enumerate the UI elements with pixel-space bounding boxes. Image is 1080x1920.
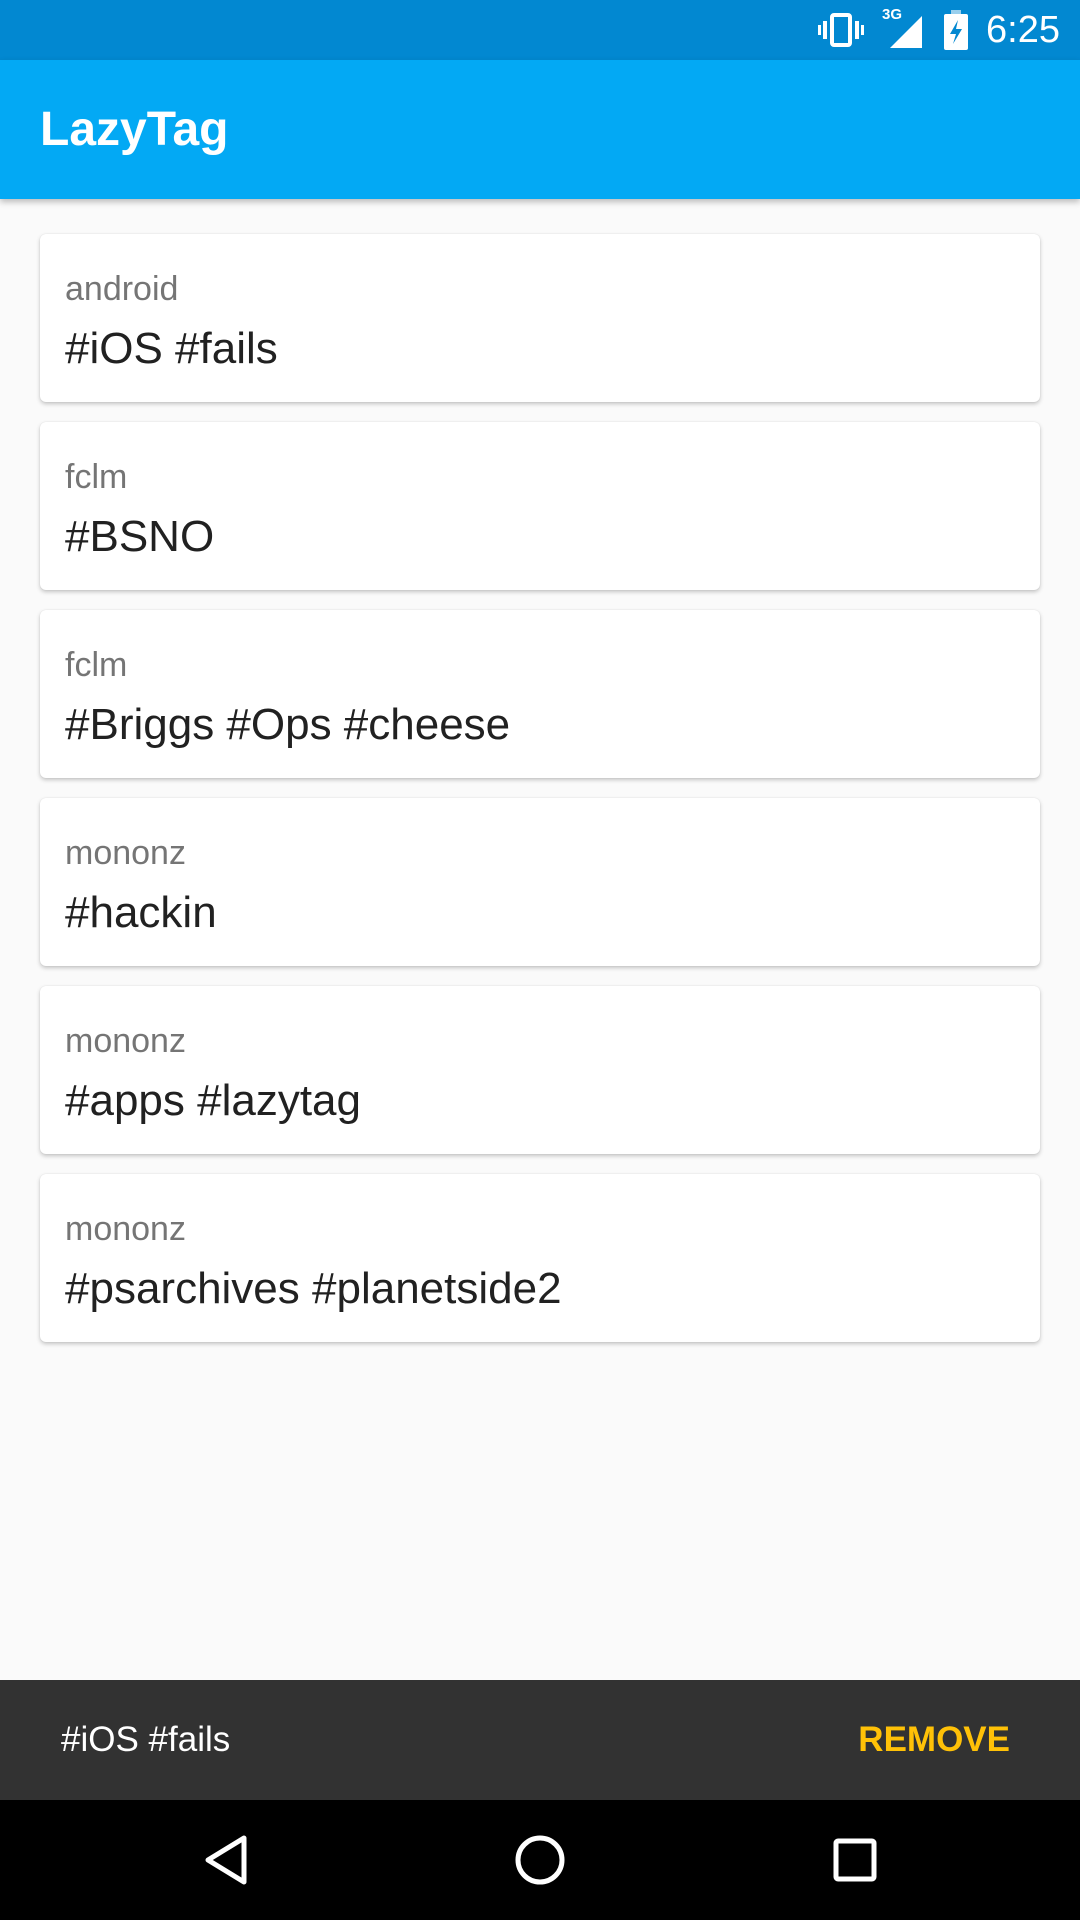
recents-square-icon (832, 1837, 878, 1883)
card-username: mononz (65, 1022, 186, 1060)
remove-button[interactable]: REMOVE (858, 1680, 1010, 1800)
status-bar: 3G 6:25 (0, 0, 1080, 60)
snackbar: #iOS #fails REMOVE (0, 1680, 1080, 1800)
card-tags: #BSNO (65, 512, 215, 561)
tag-card[interactable]: mononz #psarchives #planetside2 (40, 1174, 1040, 1342)
card-tags: #Briggs #Ops #cheese (65, 700, 511, 749)
tag-card[interactable]: mononz #apps #lazytag (40, 986, 1040, 1154)
app-bar: LazyTag (0, 60, 1080, 199)
card-username: android (65, 270, 179, 308)
home-circle-icon (514, 1834, 566, 1886)
status-icons: 3G 6:25 (818, 0, 1060, 60)
status-time: 6:25 (986, 9, 1060, 51)
vibrate-icon (818, 12, 865, 48)
cell-signal-icon: 3G (882, 6, 926, 50)
app-title: LazyTag (40, 103, 229, 156)
navigation-bar (0, 1800, 1080, 1920)
card-username: fclm (65, 458, 128, 496)
card-tags: #apps #lazytag (65, 1076, 361, 1125)
card-username: mononz (65, 1210, 186, 1248)
back-button[interactable] (166, 1800, 286, 1920)
card-tags: #psarchives #planetside2 (65, 1264, 562, 1313)
tag-card[interactable]: android #iOS #fails (40, 234, 1040, 402)
recents-button[interactable] (795, 1800, 915, 1920)
card-tags: #hackin (65, 888, 217, 937)
card-username: mononz (65, 834, 186, 872)
card-tags: #iOS #fails (65, 324, 278, 373)
home-button[interactable] (480, 1800, 600, 1920)
back-triangle-icon (202, 1834, 250, 1886)
tag-card[interactable]: mononz #hackin (40, 798, 1040, 966)
tag-card-list: android #iOS #fails fclm #BSNO fclm #Bri… (40, 234, 1040, 1362)
tag-card[interactable]: fclm #BSNO (40, 422, 1040, 590)
battery-charging-icon (944, 10, 969, 50)
card-username: fclm (65, 646, 128, 684)
snackbar-message: #iOS #fails (61, 1720, 231, 1759)
tag-card[interactable]: fclm #Briggs #Ops #cheese (40, 610, 1040, 778)
